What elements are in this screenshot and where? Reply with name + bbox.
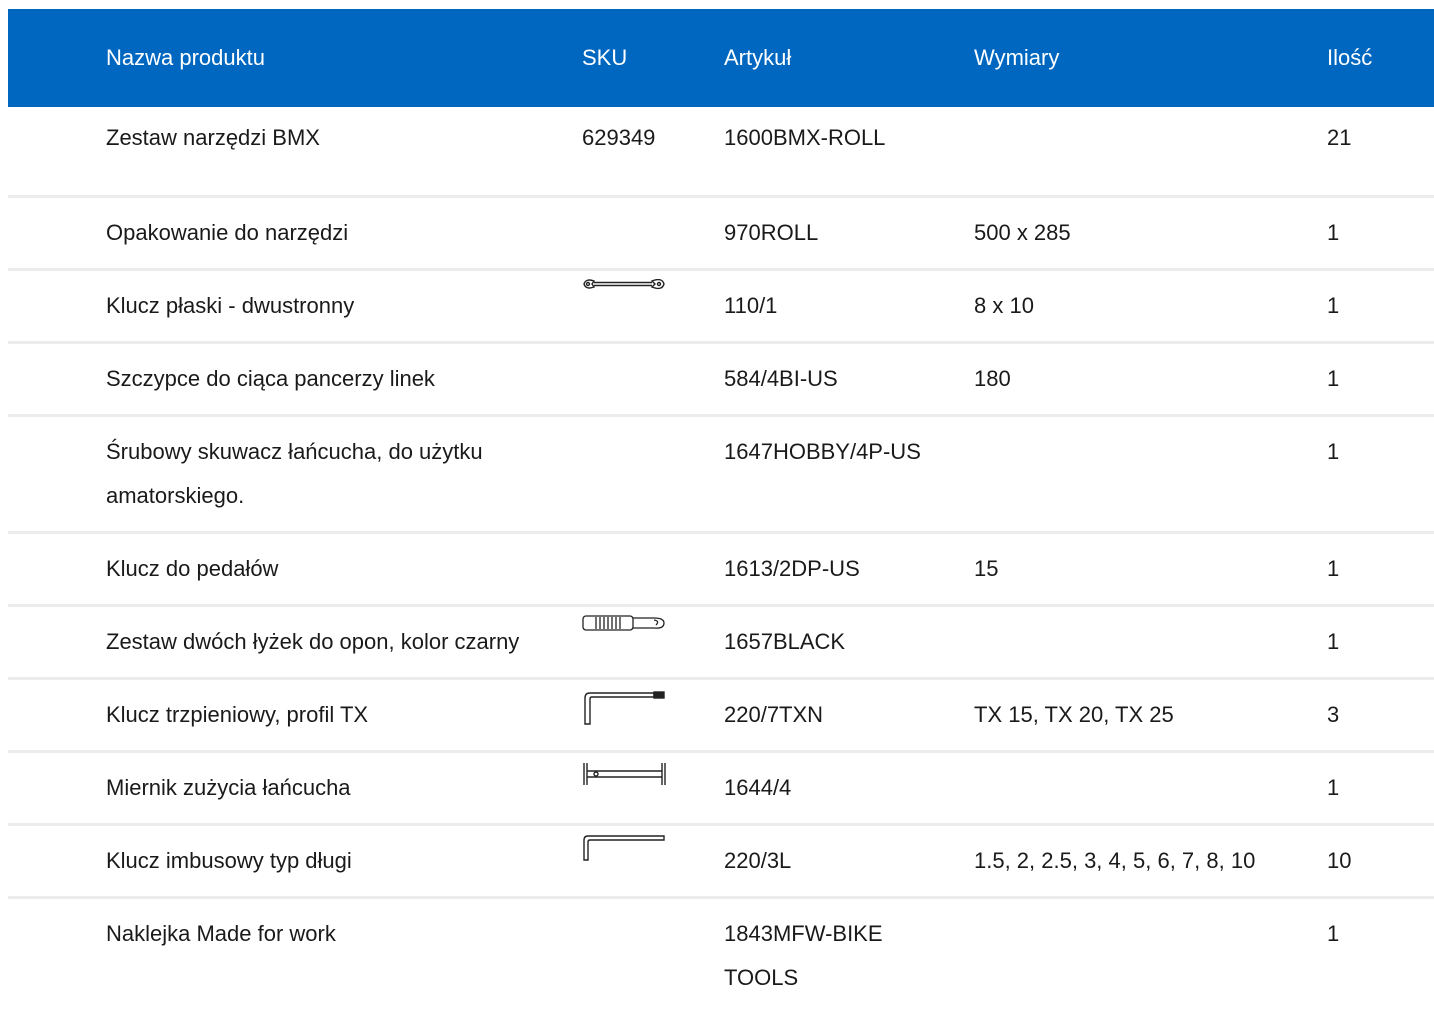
cell-dimensions — [974, 416, 1327, 533]
cell-article: 584/4BI-US — [724, 366, 838, 391]
cell-article: 970ROLL — [724, 220, 819, 245]
cell-quantity: 1 — [1327, 921, 1340, 946]
cell-name: Miernik zużycia łańcucha — [106, 775, 351, 800]
table-row: Szczypce do ciąca pancerzy linek 584/4BI… — [8, 343, 1434, 416]
cell-name: Szczypce do ciąca pancerzy linek — [106, 366, 435, 391]
table-row: Naklejka Made for work 1843MFW-BIKE TOOL… — [8, 898, 1434, 1014]
cell-article: 1613/2DP-US — [724, 556, 860, 581]
cell-dimensions: 180 — [974, 366, 1011, 391]
table-row: Zestaw narzędzi BMX 629349 1600BMX-ROLL … — [8, 107, 1434, 197]
cell-sku — [582, 752, 724, 825]
cell-quantity: 1 — [1327, 220, 1340, 245]
cell-name: Śrubowy skuwacz łańcucha, do użytku amat… — [106, 439, 483, 508]
table-row: Miernik zużycia łańcucha 1644/4 1 — [8, 752, 1434, 825]
cell-sku — [582, 416, 724, 533]
cell-dimensions: 15 — [974, 556, 999, 581]
cell-dimensions: TX 15, TX 20, TX 25 — [974, 702, 1174, 727]
cell-article: 1657BLACK — [724, 629, 846, 654]
cell-sku: 629349 — [582, 125, 656, 150]
cell-name: Zestaw dwóch łyżek do opon, kolor czarny — [106, 629, 520, 654]
header-sku: SKU — [582, 45, 628, 70]
tire-lever-icon — [582, 615, 665, 631]
cell-article: 1644/4 — [724, 775, 792, 800]
torx-key-icon — [584, 691, 665, 725]
cell-article: 1600BMX-ROLL — [724, 125, 886, 150]
cell-dimensions: 1.5, 2, 2.5, 3, 4, 5, 6, 7, 8, 10 — [974, 848, 1256, 873]
cell-quantity: 1 — [1327, 629, 1340, 654]
cell-dimensions: 500 x 285 — [974, 220, 1071, 245]
cell-dimensions — [974, 898, 1327, 1014]
cell-sku — [582, 197, 724, 270]
cell-article: 110/1 — [724, 293, 778, 318]
cell-dimensions — [974, 107, 1327, 197]
cell-name: Zestaw narzędzi BMX — [106, 125, 320, 150]
table-row: Śrubowy skuwacz łańcucha, do użytku amat… — [8, 416, 1434, 533]
cell-name: Klucz do pedałów — [106, 556, 279, 581]
cell-article: 1647HOBBY/4P-US — [724, 439, 921, 464]
table-row: Klucz do pedałów 1613/2DP-US 15 1 — [8, 533, 1434, 606]
cell-name: Klucz trzpieniowy, profil TX — [106, 702, 369, 727]
product-table-container: Nazwa produktu SKU Artykuł Wymiary Ilość… — [8, 9, 1434, 1013]
header-dimensions: Wymiary — [974, 45, 1060, 70]
header-row: Nazwa produktu SKU Artykuł Wymiary Ilość — [8, 9, 1434, 107]
chain-wear-gauge-icon — [583, 763, 666, 785]
cell-sku — [582, 825, 724, 898]
header-article: Artykuł — [724, 45, 792, 70]
table-body: Zestaw narzędzi BMX 629349 1600BMX-ROLL … — [8, 107, 1434, 1013]
table-row: Klucz trzpieniowy, profil TX 220/7TXN TX… — [8, 679, 1434, 752]
cell-quantity: 1 — [1327, 366, 1340, 391]
table-row: Klucz płaski - dwustronny 110/1 8 x 10 1 — [8, 270, 1434, 343]
cell-dimensions — [974, 606, 1327, 679]
cell-article: 1843MFW-BIKE TOOLS — [724, 921, 883, 990]
cell-sku — [582, 533, 724, 606]
table-header: Nazwa produktu SKU Artykuł Wymiary Ilość — [8, 9, 1434, 107]
header-quantity: Ilość — [1327, 45, 1373, 70]
cell-dimensions: 8 x 10 — [974, 293, 1034, 318]
cell-name: Opakowanie do narzędzi — [106, 220, 349, 245]
cell-name: Klucz imbusowy typ długi — [106, 848, 352, 873]
cell-sku — [582, 343, 724, 416]
cell-quantity: 10 — [1327, 848, 1352, 873]
cell-quantity: 1 — [1327, 439, 1340, 464]
table-row: Klucz imbusowy typ długi 220/3L 1.5, 2, … — [8, 825, 1434, 898]
cell-sku — [582, 606, 724, 679]
table-row: Opakowanie do narzędzi 970ROLL 500 x 285… — [8, 197, 1434, 270]
open-end-wrench-icon — [583, 279, 665, 290]
hex-key-icon — [583, 835, 665, 861]
cell-sku — [582, 270, 724, 343]
cell-name: Naklejka Made for work — [106, 921, 336, 946]
cell-quantity: 1 — [1327, 293, 1340, 318]
cell-quantity: 1 — [1327, 556, 1340, 581]
cell-dimensions — [974, 752, 1327, 825]
cell-article: 220/7TXN — [724, 702, 824, 727]
cell-name: Klucz płaski - dwustronny — [106, 293, 355, 318]
product-table: Nazwa produktu SKU Artykuł Wymiary Ilość… — [8, 9, 1434, 1013]
table-row: Zestaw dwóch łyżek do opon, kolor czarny… — [8, 606, 1434, 679]
cell-quantity: 21 — [1327, 125, 1352, 150]
header-name: Nazwa produktu — [106, 45, 265, 70]
cell-sku — [582, 898, 724, 1014]
cell-quantity: 3 — [1327, 702, 1340, 727]
cell-sku — [582, 679, 724, 752]
cell-quantity: 1 — [1327, 775, 1340, 800]
cell-article: 220/3L — [724, 848, 792, 873]
